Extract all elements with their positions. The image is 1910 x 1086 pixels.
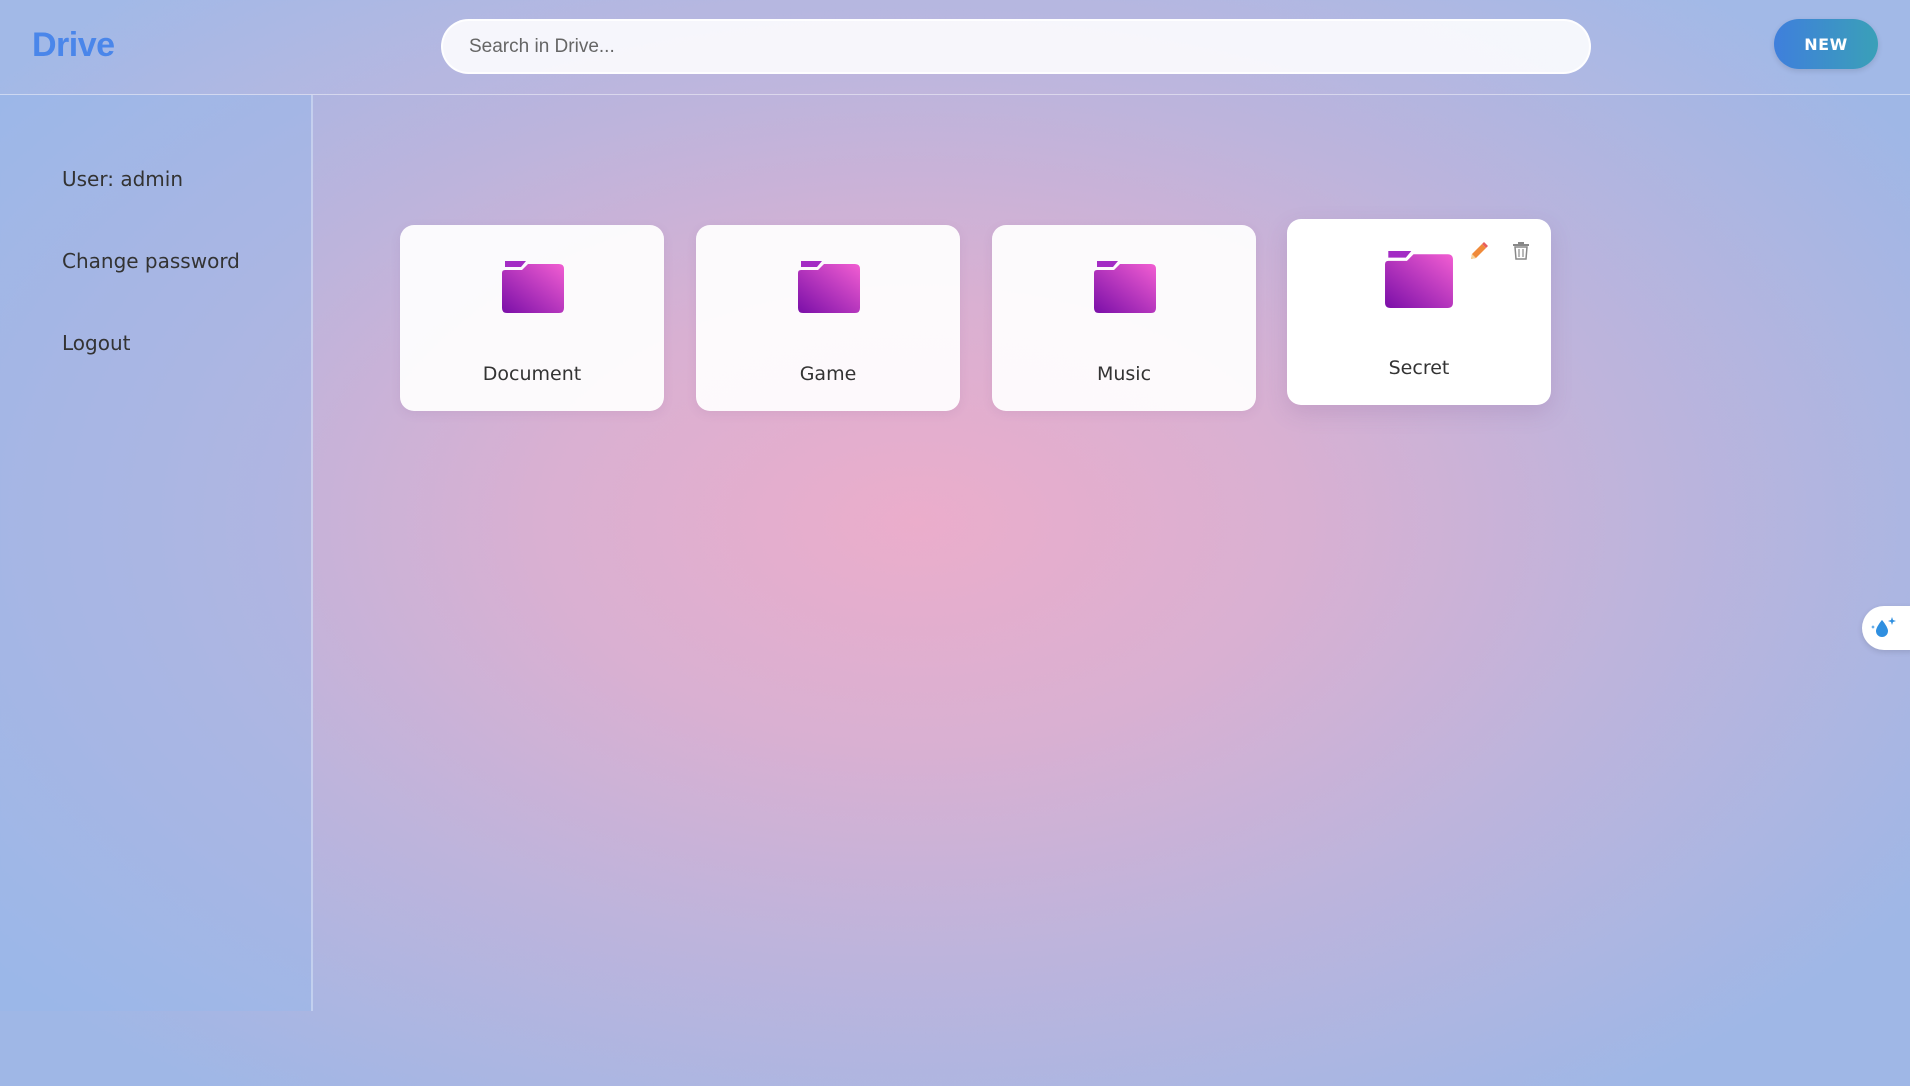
folder-icon: [1385, 251, 1453, 308]
sidebar: User: admin Change password Logout: [0, 95, 313, 1011]
sidebar-item-user[interactable]: User: admin: [62, 167, 183, 191]
folder-card-secret[interactable]: Secret: [1287, 219, 1551, 405]
pencil-icon[interactable]: [1467, 239, 1491, 263]
app-logo[interactable]: Drive: [32, 26, 115, 65]
trash-icon[interactable]: [1509, 239, 1533, 263]
search-input[interactable]: [441, 19, 1591, 74]
folder-card-music[interactable]: Music: [992, 225, 1256, 411]
new-button[interactable]: NEW: [1774, 19, 1878, 69]
folder-card-document[interactable]: Document: [400, 225, 664, 411]
water-drop-sparkle-icon: [1871, 617, 1896, 637]
floating-helper-button[interactable]: [1862, 606, 1910, 650]
folder-name: Document: [482, 363, 582, 385]
folder-name: Game: [799, 363, 857, 385]
folder-icon: [502, 261, 564, 313]
folder-icon: [798, 261, 860, 313]
sidebar-item-logout[interactable]: Logout: [62, 331, 130, 355]
folder-name: Secret: [1388, 357, 1450, 379]
folder-icon: [1094, 261, 1156, 313]
folder-name: Music: [1096, 363, 1152, 385]
sidebar-item-change-password[interactable]: Change password: [62, 249, 240, 273]
folder-card-game[interactable]: Game: [696, 225, 960, 411]
top-bar: Drive NEW: [0, 0, 1910, 95]
